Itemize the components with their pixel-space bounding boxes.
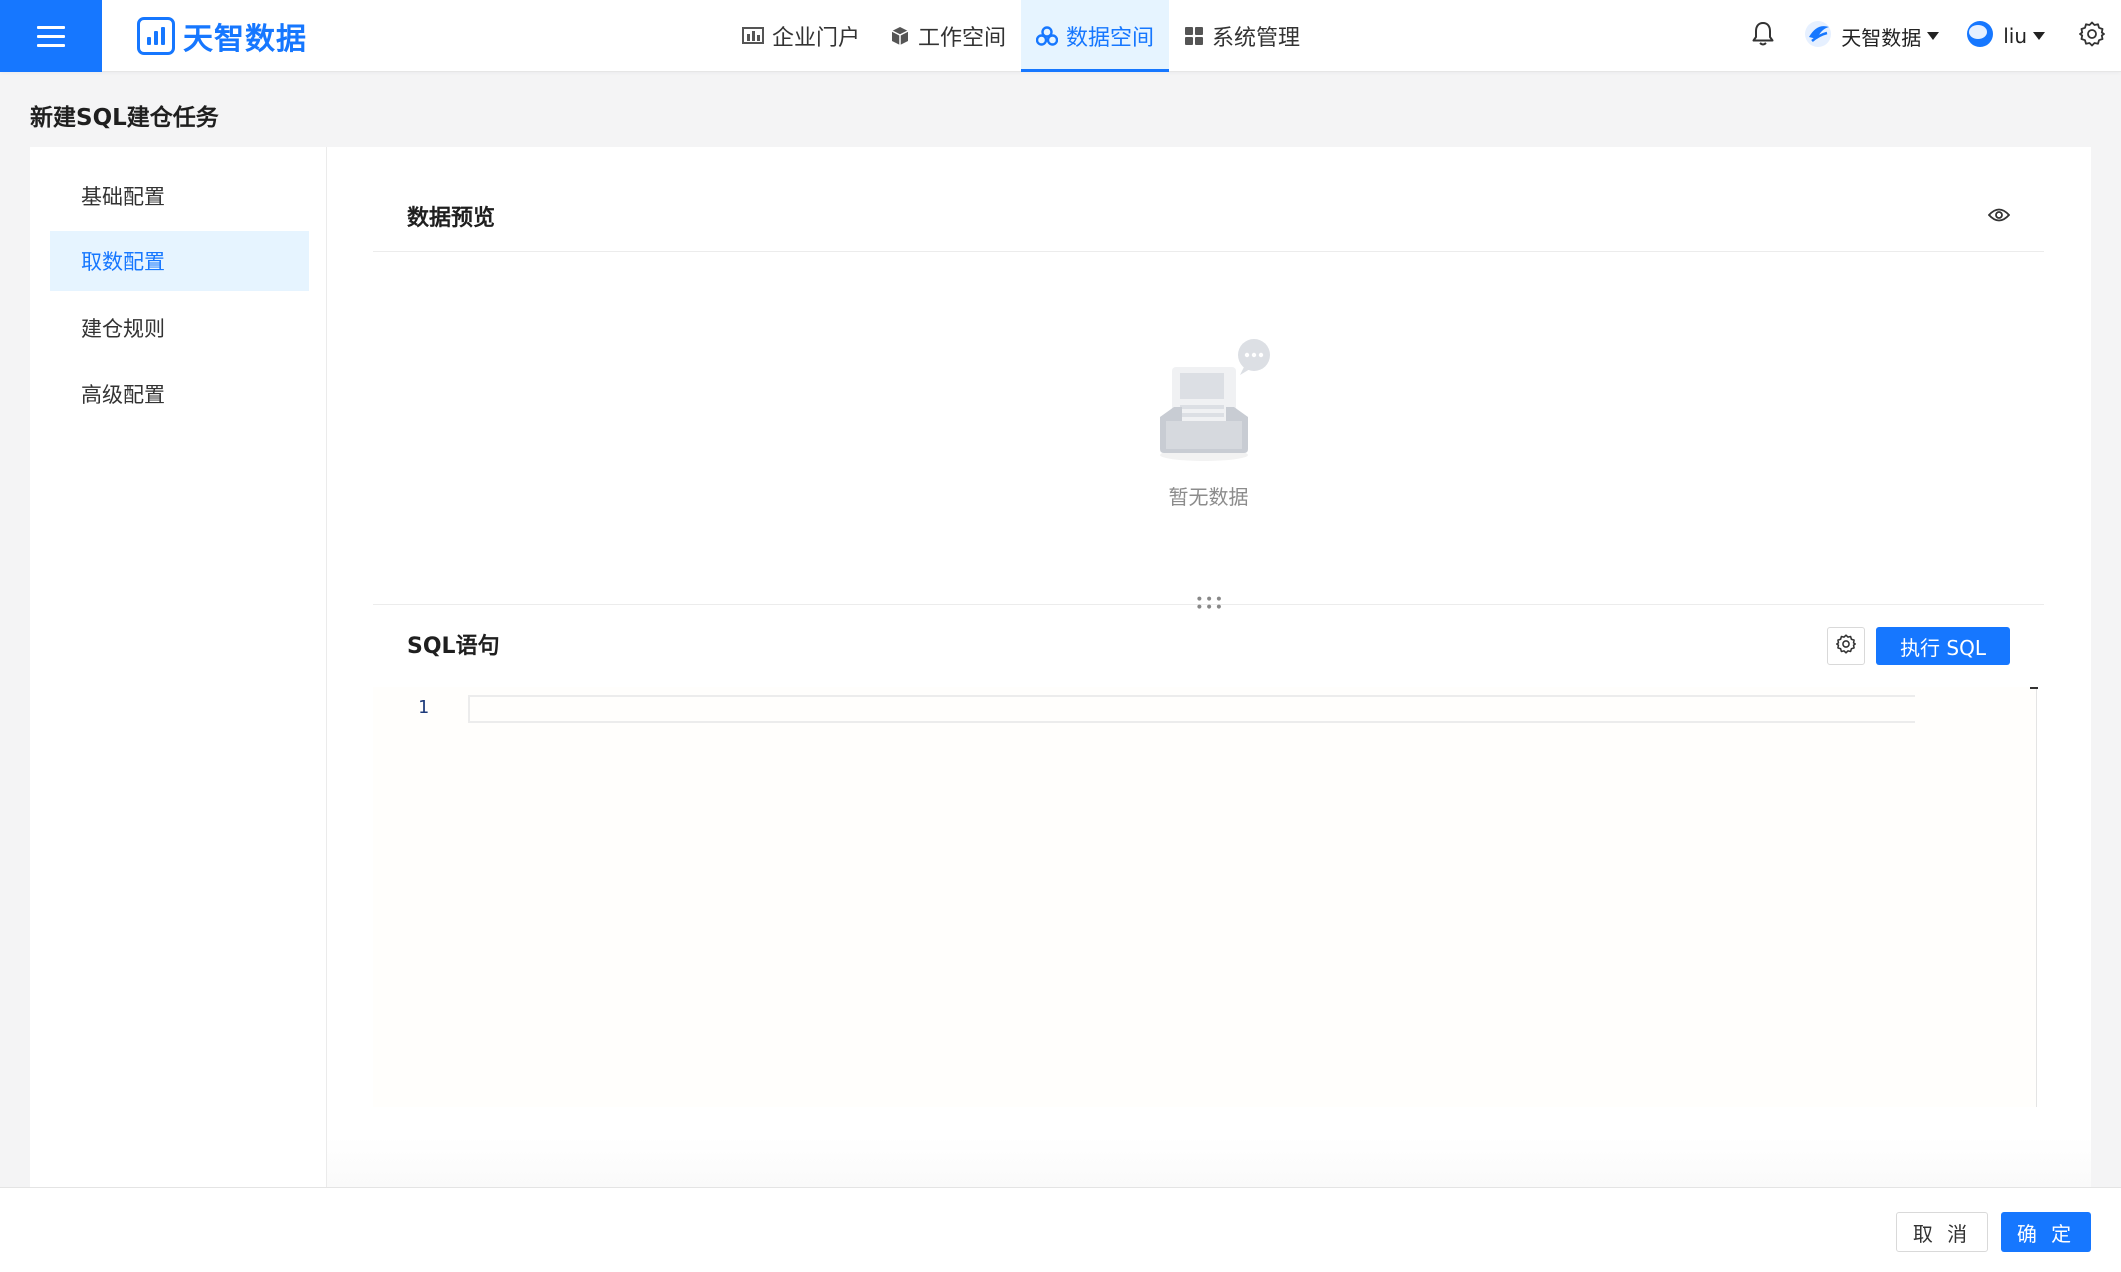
sidebar-item-basic[interactable]: 基础配置 xyxy=(50,166,309,226)
notification-button[interactable] xyxy=(1751,21,1775,51)
nav-item-dataspace[interactable]: 数据空间 xyxy=(1021,0,1170,72)
nav-item-label: 系统管理 xyxy=(1212,26,1301,51)
editor-scroll-marker xyxy=(2030,687,2038,689)
sidebar-item-advanced[interactable]: 高级配置 xyxy=(50,364,309,424)
sidebar-item-label: 基础配置 xyxy=(81,185,165,209)
nav-item-portal[interactable]: 企业门户 xyxy=(727,0,875,72)
nav-item-system[interactable]: 系统管理 xyxy=(1169,0,1315,72)
avatar xyxy=(1965,19,1995,53)
sql-header: SQL语句 xyxy=(373,610,2044,678)
sidebar-item-label: 建仓规则 xyxy=(81,317,165,341)
gear-icon xyxy=(2079,21,2105,51)
tenant-name: 天智数据 xyxy=(1841,25,1922,50)
grid-icon xyxy=(1184,26,1204,46)
run-sql-button[interactable]: 执行 SQL xyxy=(1876,627,2010,665)
confirm-button[interactable]: 确 定 xyxy=(2001,1212,2091,1252)
chart-bars-icon xyxy=(742,26,764,46)
cluster-icon xyxy=(1036,26,1059,46)
sql-editor[interactable]: 1 xyxy=(373,687,2038,1107)
tenant-logo-icon xyxy=(1803,19,1833,53)
bell-icon xyxy=(1751,21,1775,51)
nav-item-workspace[interactable]: 工作空间 xyxy=(875,0,1021,72)
nav-item-label: 工作空间 xyxy=(918,26,1007,51)
sidebar-item-label: 高级配置 xyxy=(81,383,165,407)
tenant-switcher[interactable]: 天智数据 xyxy=(1803,19,1940,53)
sql-actions: 执行 SQL xyxy=(1827,627,2010,665)
nav-item-label: 企业门户 xyxy=(772,26,861,51)
caret-down-icon xyxy=(1927,32,1940,40)
user-name: liu xyxy=(2003,24,2027,48)
empty-state: 暂无数据 xyxy=(373,337,2044,517)
brand-name: 天智数据 xyxy=(183,22,307,57)
cube-icon xyxy=(890,26,910,46)
task-form-card: 基础配置 取数配置 建仓规则 高级配置 数据预览 暂无数据 ∙∙∙ ∙∙∙ SQ… xyxy=(30,147,2091,1187)
form-footer: 取 消 确 定 xyxy=(0,1187,2121,1272)
resize-handle[interactable]: ∙∙∙ ∙∙∙ xyxy=(1195,592,1223,614)
menu-toggle-button[interactable] xyxy=(0,0,102,72)
empty-inbox-icon xyxy=(1144,337,1274,471)
sidebar-item-rules[interactable]: 建仓规则 xyxy=(50,298,309,358)
settings-button[interactable] xyxy=(2079,21,2105,51)
empty-text: 暂无数据 xyxy=(1168,485,1249,509)
page-title: 新建SQL建仓任务 xyxy=(30,105,219,131)
top-navbar: 天智数据 企业门户 工作空间 数据空间 系统管理 天智数据 liu xyxy=(0,0,2121,72)
sidebar-item-label: 取数配置 xyxy=(81,250,165,274)
main-nav: 企业门户 工作空间 数据空间 系统管理 xyxy=(727,0,1315,72)
nav-item-label: 数据空间 xyxy=(1066,26,1155,51)
preview-title: 数据预览 xyxy=(407,205,496,231)
user-menu[interactable]: liu xyxy=(1965,19,2045,53)
header-right: 天智数据 liu xyxy=(1751,0,2121,72)
caret-down-icon xyxy=(2033,32,2045,40)
sql-settings-button[interactable] xyxy=(1827,627,1866,665)
eye-icon[interactable] xyxy=(1987,204,2011,229)
config-sidebar: 基础配置 取数配置 建仓规则 高级配置 xyxy=(30,147,327,1187)
hamburger-icon xyxy=(37,20,65,53)
fetch-config-panel: 数据预览 暂无数据 ∙∙∙ ∙∙∙ SQL语句 执行 SQL 1 xyxy=(373,147,2044,1187)
line-number: 1 xyxy=(418,697,429,718)
card-bottom-fade xyxy=(327,1137,2091,1187)
sidebar-item-fetch[interactable]: 取数配置 xyxy=(50,231,309,291)
editor-active-line[interactable] xyxy=(468,695,1915,723)
preview-header: 数据预览 xyxy=(373,180,2044,252)
gear-icon xyxy=(1836,634,1857,658)
cancel-button[interactable]: 取 消 xyxy=(1896,1212,1988,1252)
brand[interactable]: 天智数据 xyxy=(137,14,307,58)
sql-title: SQL语句 xyxy=(407,634,500,659)
brand-logo-icon xyxy=(137,17,175,55)
